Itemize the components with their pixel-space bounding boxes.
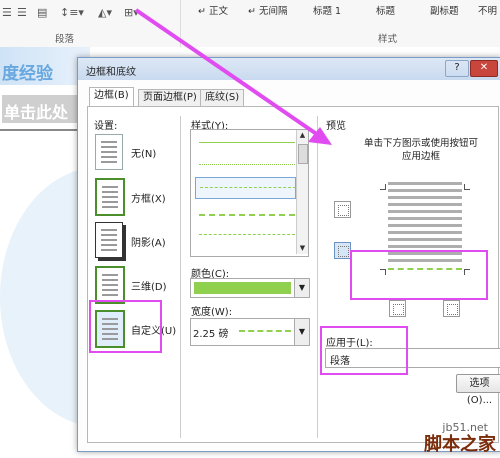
watermark-brand: 脚本之家	[424, 434, 496, 455]
annotation-arrow	[134, 8, 332, 145]
arrow-shaft	[134, 8, 320, 137]
